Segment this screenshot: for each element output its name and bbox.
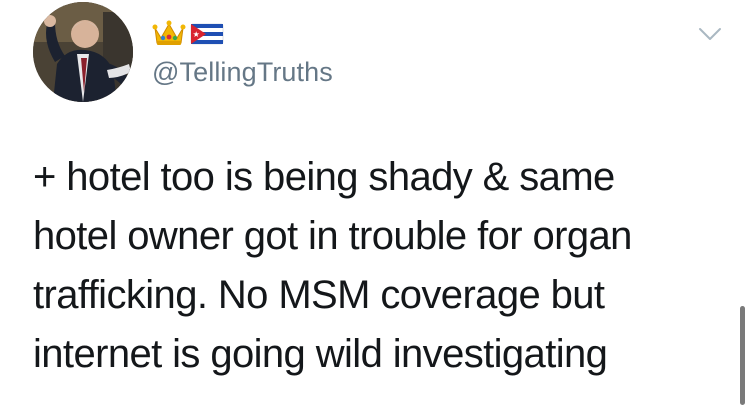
tweet-text: + hotel too is being shady & same hotel … [33, 155, 632, 376]
tweet-card: @TellingTruths + hotel too is being shad… [0, 0, 750, 405]
scrollbar[interactable] [740, 306, 745, 405]
cuba-flag-emoji-icon [190, 18, 224, 48]
avatar-image [33, 2, 133, 102]
avatar[interactable] [33, 2, 133, 102]
chevron-down-icon[interactable] [696, 20, 724, 48]
user-handle[interactable]: @TellingTruths [152, 56, 333, 88]
display-name[interactable] [152, 18, 224, 48]
crown-emoji-icon [152, 18, 186, 48]
